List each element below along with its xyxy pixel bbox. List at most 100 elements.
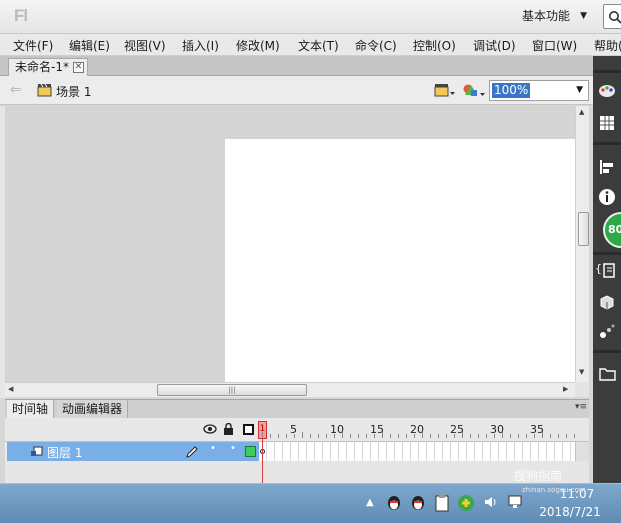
scroll-right-icon[interactable]: ▶ — [563, 385, 568, 393]
tray-expand-icon[interactable]: ▲ — [366, 497, 374, 508]
info-icon[interactable] — [596, 186, 618, 208]
frame-tick — [310, 434, 311, 438]
network-icon[interactable] — [506, 494, 524, 510]
project-icon[interactable] — [596, 362, 618, 384]
frame-tick — [502, 432, 503, 438]
frame-tick — [294, 434, 295, 438]
eye-icon[interactable] — [203, 424, 217, 434]
frame-tick — [478, 434, 479, 438]
frame-tick — [342, 432, 343, 438]
frame-grid[interactable] — [259, 442, 575, 461]
document-tab-bar: 未命名-1* ✕ — [0, 56, 593, 77]
menu-window[interactable]: 窗口(W) — [532, 37, 577, 54]
qq-icon[interactable] — [410, 494, 426, 512]
tab-timeline[interactable]: 时间轴 — [7, 400, 55, 419]
frame-tick — [574, 434, 575, 438]
watermark-text: 搜狗指南 — [514, 469, 563, 483]
security-icon[interactable] — [457, 494, 475, 512]
edit-symbols-icon[interactable] — [462, 82, 486, 99]
frame-tick — [278, 434, 279, 438]
menu-debug[interactable]: 调试(D) — [473, 37, 516, 54]
dock-separator — [593, 350, 621, 353]
motion-presets-icon[interactable] — [596, 320, 618, 342]
frame-tick — [270, 434, 271, 438]
back-arrow-icon[interactable]: ⇐ — [10, 82, 22, 98]
frame-tick — [558, 434, 559, 438]
frame-tick — [566, 434, 567, 438]
frame-tick — [358, 434, 359, 438]
pasteboard[interactable] — [5, 106, 575, 382]
horizontal-scroll-thumb[interactable]: ||| — [157, 384, 307, 396]
menu-insert[interactable]: 插入(I) — [182, 37, 219, 54]
vertical-scrollbar[interactable]: ▲ ▼ — [575, 106, 589, 382]
edit-scene-icon[interactable] — [434, 82, 456, 98]
frame-tick — [262, 432, 263, 438]
lock-icon[interactable] — [223, 423, 234, 435]
frame-tick — [470, 434, 471, 438]
menu-view[interactable]: 视图(V) — [124, 37, 166, 54]
frame-tick — [366, 434, 367, 438]
workspace-label: 基本功能 — [522, 9, 571, 23]
scroll-left-icon[interactable]: ◀ — [8, 385, 13, 393]
visibility-dot-icon[interactable]: • — [210, 443, 216, 454]
frame-tick — [374, 434, 375, 438]
color-palette-icon[interactable] — [596, 80, 618, 102]
playhead-line — [262, 439, 263, 483]
panel-menu-icon[interactable]: ▾≡ — [575, 402, 587, 412]
chevron-down-icon[interactable]: ▼ — [576, 85, 583, 95]
frame-tick — [518, 434, 519, 438]
scene-clapper-icon — [37, 83, 52, 97]
code-bracket-icon[interactable]: { — [595, 262, 605, 284]
taskbar-date[interactable]: 2018/7/21 — [538, 505, 602, 519]
frame-tick — [542, 432, 543, 438]
qq-icon[interactable] — [386, 494, 402, 512]
close-icon[interactable]: ✕ — [73, 62, 84, 73]
menu-commands[interactable]: 命令(C) — [355, 37, 397, 54]
frame-tick — [406, 434, 407, 438]
stage-canvas[interactable] — [225, 139, 575, 382]
frame-tick — [414, 434, 415, 438]
zoom-select[interactable]: 100% ▼ — [489, 80, 589, 101]
pencil-icon — [186, 446, 198, 458]
document-tab[interactable]: 未命名-1* ✕ — [8, 58, 88, 77]
layer-name[interactable]: 图层 1 — [47, 444, 82, 461]
frame-tick — [318, 434, 319, 438]
layer-row-selected[interactable]: 图层 1 • • — [7, 442, 260, 461]
components-icon[interactable] — [596, 290, 618, 312]
layer-color-swatch[interactable] — [245, 446, 256, 457]
help-search-input[interactable] — [603, 4, 621, 29]
outline-icon[interactable] — [243, 424, 254, 435]
speed-badge[interactable]: 80 — [603, 212, 621, 248]
menu-control[interactable]: 控制(O) — [413, 37, 456, 54]
scene-label: 场景 1 — [56, 85, 92, 99]
zoom-value: 100% — [492, 83, 531, 98]
menu-edit[interactable]: 编辑(E) — [69, 37, 110, 54]
frame-tick — [398, 434, 399, 438]
frame-tick — [286, 434, 287, 438]
frame-tick — [326, 434, 327, 438]
align-icon[interactable] — [596, 156, 618, 178]
frame-tick — [486, 434, 487, 438]
lock-dot-icon[interactable]: • — [230, 443, 236, 454]
menu-modify[interactable]: 修改(M) — [236, 37, 280, 54]
menu-text[interactable]: 文本(T) — [298, 37, 339, 54]
menu-file[interactable]: 文件(F) — [13, 37, 53, 54]
vertical-scroll-thumb[interactable] — [578, 212, 589, 246]
tab-motion-editor[interactable]: 动画编辑器 — [57, 400, 129, 419]
panel-tab-bar: 时间轴 动画编辑器 ▾≡ — [5, 399, 589, 419]
clipboard-icon[interactable] — [435, 494, 449, 512]
scroll-down-icon[interactable]: ▼ — [579, 368, 584, 376]
swatches-icon[interactable] — [596, 112, 618, 134]
horizontal-scrollbar[interactable]: ◀ ||| ▶ — [5, 382, 575, 397]
frame-tick — [526, 434, 527, 438]
frame-tick — [462, 432, 463, 438]
dock-separator — [593, 142, 621, 145]
menu-help[interactable]: 帮助( — [594, 37, 621, 54]
scroll-up-icon[interactable]: ▲ — [579, 108, 584, 116]
volume-icon[interactable] — [483, 494, 499, 510]
workspace-switcher[interactable]: 基本功能 ▼ — [512, 3, 596, 29]
frame-tick — [422, 432, 423, 438]
frame-tick — [390, 434, 391, 438]
frame-tick — [510, 434, 511, 438]
frame-tick — [438, 434, 439, 438]
